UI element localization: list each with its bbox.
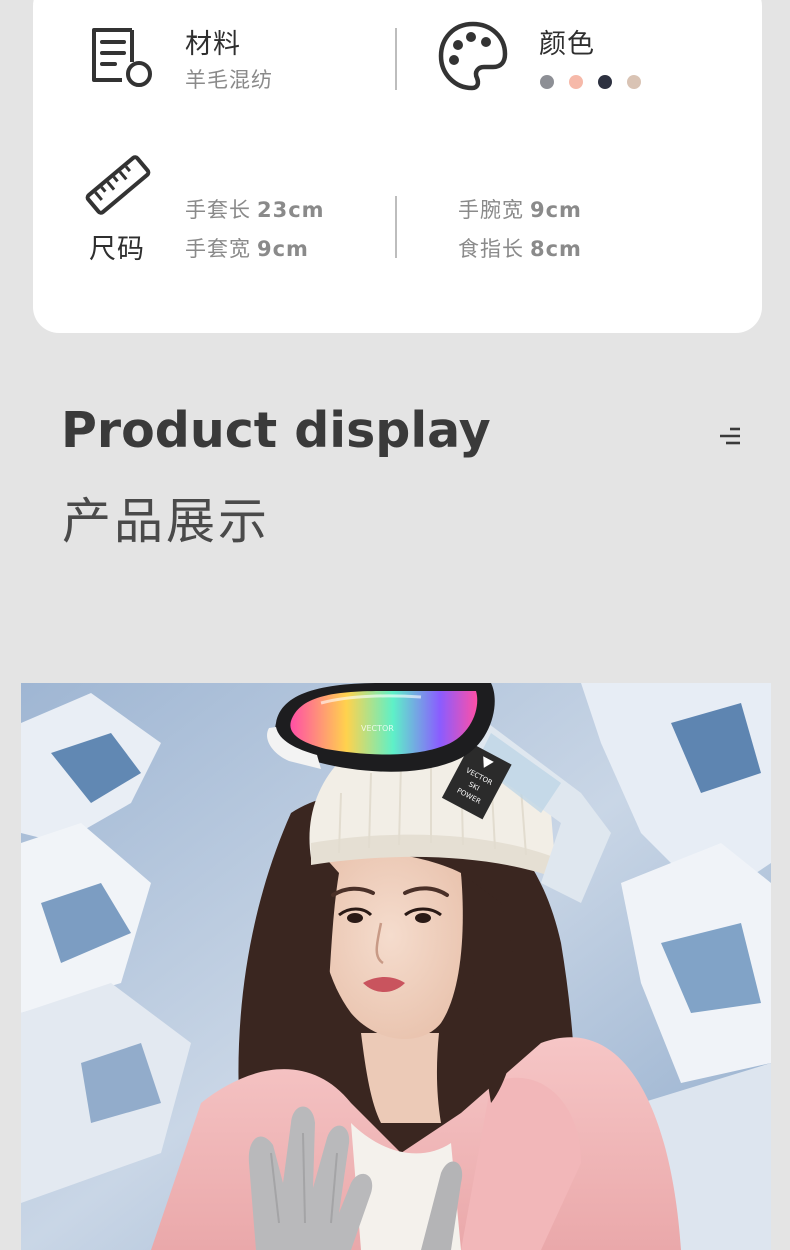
glove-width-value: 9cm — [257, 237, 309, 261]
divider — [395, 196, 397, 258]
menu-lines-icon[interactable] — [718, 426, 742, 446]
glove-width: 手套宽 9cm — [185, 233, 309, 263]
glove-length-label: 手套长 — [185, 198, 251, 222]
size-title: 尺码 — [89, 234, 145, 265]
color-swatches — [540, 75, 641, 89]
glove-length-value: 23cm — [257, 198, 325, 222]
section-title-en: Product display — [61, 402, 491, 459]
material-value: 羊毛混纺 — [185, 68, 273, 92]
material-title: 材料 — [185, 29, 241, 60]
document-pencil-icon — [92, 28, 152, 87]
finger-length-value: 8cm — [530, 237, 582, 261]
section-title-zh: 产品展示 — [62, 493, 271, 550]
goggle-brand-text: VECTOR — [361, 724, 394, 733]
glove-width-label: 手套宽 — [185, 237, 251, 261]
finger-length: 食指长 8cm — [458, 233, 582, 263]
glove-length: 手套长 23cm — [185, 194, 325, 224]
color-title: 颜色 — [539, 29, 595, 60]
product-photo: VECTOR SKI POWER VECTOR — [21, 683, 771, 1250]
color-swatch-pink[interactable] — [569, 75, 583, 89]
model-photo-illustration: VECTOR SKI POWER VECTOR — [21, 683, 771, 1250]
wrist-width: 手腕宽 9cm — [458, 194, 582, 224]
color-swatch-gray[interactable] — [540, 75, 554, 89]
color-swatch-navy[interactable] — [598, 75, 612, 89]
ruler-icon — [85, 155, 151, 215]
finger-length-label: 食指长 — [458, 237, 524, 261]
spec-card: 材料 羊毛混纺 颜色 尺码 手套长 23cm 手套宽 9cm 手腕宽 9cm 食… — [33, 0, 762, 333]
palette-icon — [438, 21, 508, 91]
wrist-width-label: 手腕宽 — [458, 198, 524, 222]
wrist-width-value: 9cm — [530, 198, 582, 222]
divider — [395, 28, 397, 90]
color-swatch-beige[interactable] — [627, 75, 641, 89]
